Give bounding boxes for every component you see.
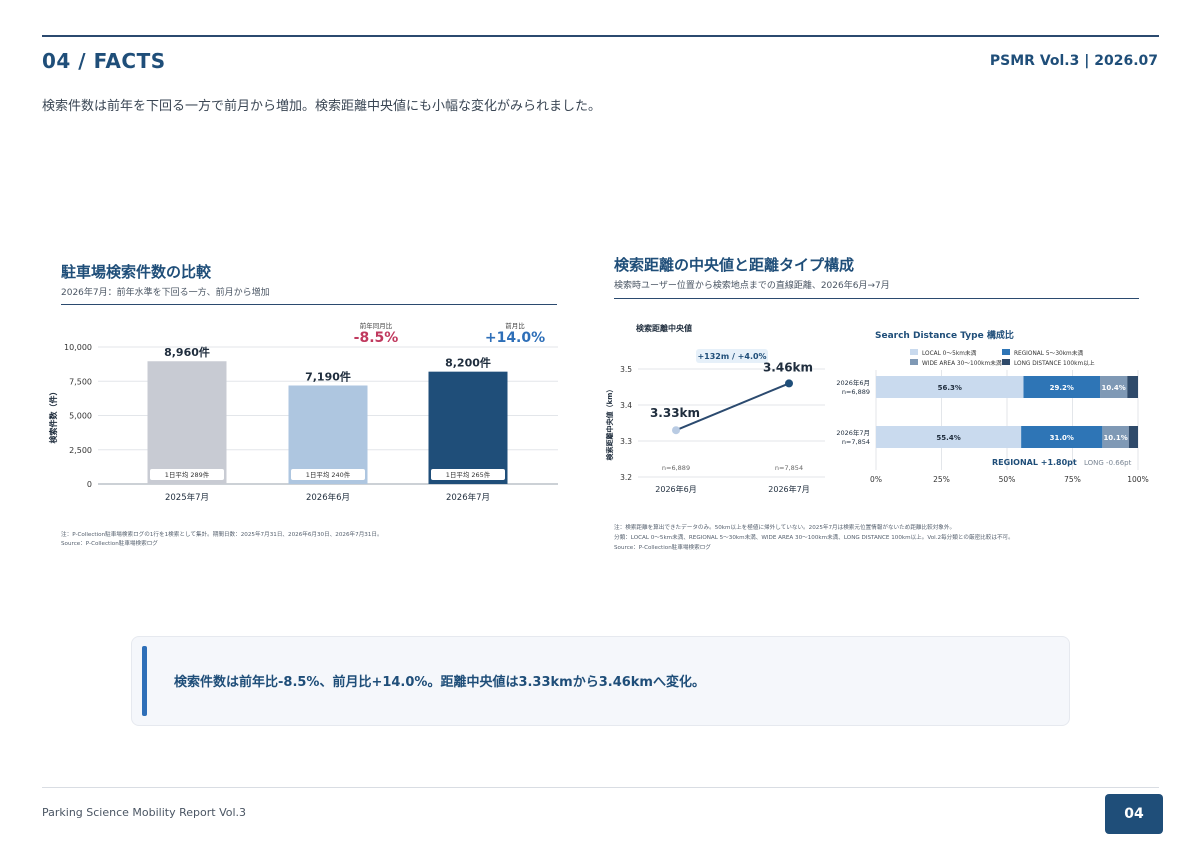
x-tick-label: 0% [870,475,882,484]
x-tick-label: 50% [999,475,1016,484]
x-tick-label: 2026年7月 [768,484,809,494]
right-panel-rule [614,298,1139,299]
issue-label: PSMR Vol.3 | 2026.07 [989,53,1158,69]
n-label: n=6,889 [662,464,690,472]
daily-avg-label: 1日平均 265件 [446,470,491,479]
stack-segment [1127,376,1138,398]
row-label: 2026年7月 [836,428,870,437]
bar-value-label: 8,200件 [445,356,491,370]
legend-swatch [1002,349,1010,355]
point-value-label: 3.33km [650,406,700,420]
legend-label: WIDE AREA 30〜100km未満 [922,359,1002,367]
x-tick-label: 75% [1064,475,1081,484]
data-point [672,426,680,435]
right-panel-subtitle: 検索時ユーザー位置から検索地点までの直線距離、2026年6月→7月 [614,281,890,291]
stack-segment [1128,426,1138,448]
page-number-badge: 04 [1105,794,1163,834]
lead-text: 検索件数は前年を下回る一方で前月から増加。検索距離中央値にも小幅な変化がみられま… [42,99,602,114]
change-annotation-label: 前月比 [505,321,525,330]
legend-label: LOCAL 0〜5km未満 [922,349,977,357]
x-tick-label: 2026年7月 [446,492,490,503]
x-tick-label: 100% [1127,475,1148,484]
left-panel-subtitle: 2026年7月：前年水準を下回る一方、前月から増加 [61,288,270,298]
bar [428,371,508,484]
left-panel-rule [61,304,557,305]
right-panel-title: 検索距離の中央値と距離タイプ構成 [614,256,855,274]
y-tick-label: 5,000 [69,412,92,421]
left-panel-source: Source：P-Collection駐車場検索ログ [61,541,158,547]
right-panel-note-1: 注：検索距離を算出できたデータのみ。50km以上を極値に帰外していない。2025… [614,525,956,531]
daily-avg-label: 1日平均 240件 [306,470,351,479]
distance-type-stacked-chart: Search Distance Type 構成比 LOCAL 0〜5km未満 REG… [836,329,1148,484]
left-panel-note: 注：P-Collection駐車場検索ログの1行を1検索として集計。期間日数：2… [61,532,383,538]
left-panel-title: 駐車場検索件数の比較 [61,263,212,281]
change-label: +132m / +4.0% [697,352,766,361]
point-value-label: 3.46km [763,360,813,374]
row-n-label: n=6,889 [842,388,870,396]
x-tick-label: 2026年6月 [306,492,350,503]
stack-chart-title: Search Distance Type 構成比 [875,329,1014,341]
y-axis-label: 検索件数（件） [48,388,58,444]
legend-swatch [910,359,918,365]
y-tick-label: 7,500 [69,377,92,386]
y-tick-label: 2,500 [69,446,92,455]
segment-label: 55.4% [936,434,960,442]
search-count-bar-chart: 0 2,500 5,000 7,500 10,000 検索件数（件） 8,960件 1日平均 … [48,321,558,503]
footer-report-name: Parking Science Mobility Report Vol.3 [42,806,247,819]
regional-change-annotation: REGIONAL +1.80pt [992,458,1077,467]
change-annotation-value: +14.0% [485,330,545,346]
bar-value-label: 8,960件 [164,345,210,359]
segment-label: 56.3% [938,384,962,392]
y-tick-label: 3.2 [620,473,632,482]
row-n-label: n=7,854 [842,438,870,446]
top-rule [42,35,1159,37]
bar [147,361,227,484]
section-title: 04 / FACTS [42,49,166,73]
legend-swatch [1002,359,1010,365]
distance-median-line-chart: 検索距離中央値 3.2 3.3 3.4 3.5 検索距離中央値（km） +132m / +4… [605,323,825,494]
callout-accent-bar [142,646,147,716]
segment-label: 31.0% [1050,434,1074,442]
segment-label: 29.2% [1050,384,1074,392]
x-tick-label: 2025年7月 [165,492,209,503]
n-label: n=7,854 [775,464,803,472]
right-panel-source: Source：P-Collection駐車場検索ログ [614,545,711,551]
y-tick-label: 0 [87,480,92,489]
change-annotation-label: 前年同月比 [360,321,393,330]
y-tick-label: 3.3 [620,437,632,446]
y-tick-label: 10,000 [64,343,92,352]
y-tick-label: 3.4 [620,401,632,410]
legend-label: LONG DISTANCE 100km以上 [1014,359,1095,367]
bar-value-label: 7,190件 [305,369,351,383]
y-axis-label: 検索距離中央値（km） [605,386,614,461]
y-tick-label: 3.5 [620,365,632,374]
legend-label: REGIONAL 5〜30km未満 [1014,349,1083,357]
line-chart-title: 検索距離中央値 [636,323,692,333]
callout-text: 検索件数は前年比-8.5%、前月比+14.0%。距離中央値は3.33kmから3.… [174,675,705,690]
row-label: 2026年6月 [836,378,870,387]
right-panel-note-2: 分類：LOCAL 0〜5km未満、REGIONAL 5〜30km未満、WIDE … [614,535,1014,541]
x-tick-label: 25% [933,475,950,484]
segment-label: 10.4% [1101,384,1125,392]
long-change-annotation: LONG -0.66pt [1084,459,1132,467]
legend-swatch [910,349,918,355]
footer-rule [42,787,1159,788]
data-point [785,379,793,388]
change-annotation-value: -8.5% [354,330,399,346]
daily-avg-label: 1日平均 289件 [165,470,210,479]
segment-label: 10.1% [1103,434,1127,442]
x-tick-label: 2026年6月 [655,484,696,494]
